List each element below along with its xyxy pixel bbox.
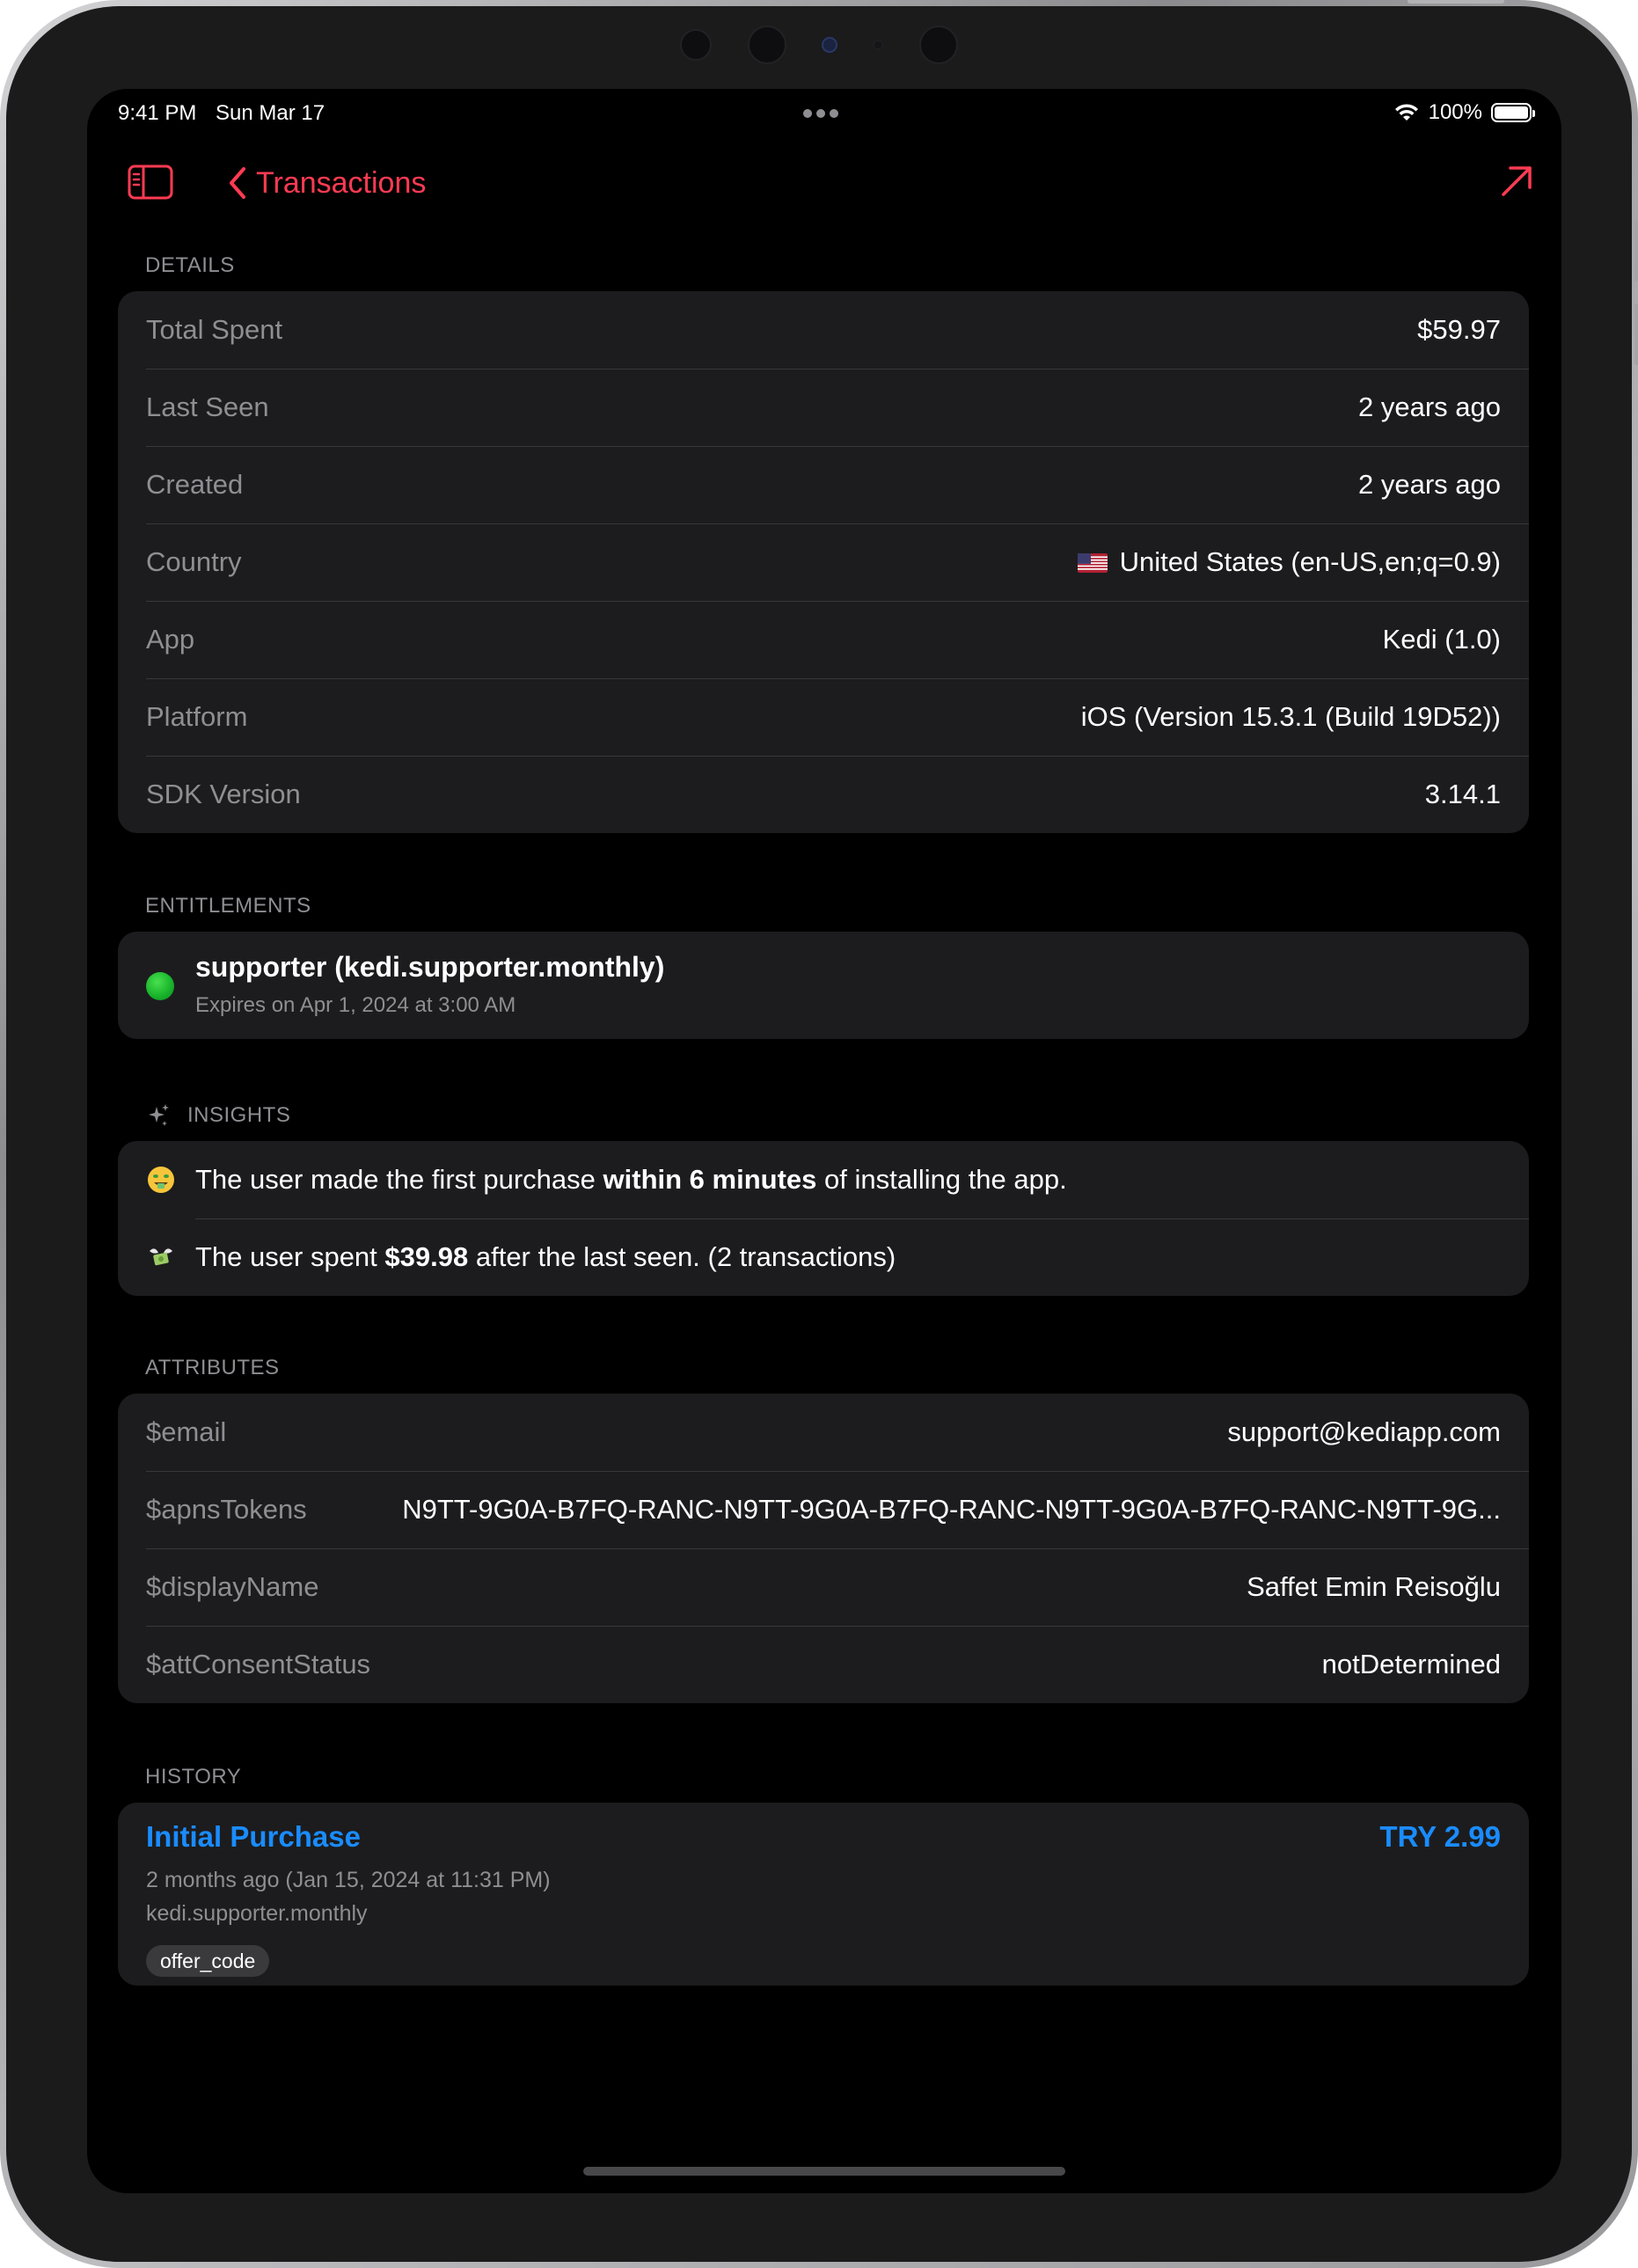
status-time: 9:41 PM [118,101,197,125]
entitlement-item[interactable]: supporter (kedi.supporter.monthly) Expir… [118,932,1529,1039]
battery-percent: 100% [1428,100,1482,124]
detail-label: SDK Version [146,779,301,809]
history-header: HISTORY [145,1765,242,1789]
entitlements-header: ENTITLEMENTS [145,894,311,918]
arrow-up-right-icon [1502,166,1532,196]
detail-row-platform: Platform iOS (Version 15.3.1 (Build 19D5… [118,678,1529,756]
detail-value: 2 years ago [1358,391,1501,422]
chevron-left-icon [230,167,245,199]
detail-label: Total Spent [146,314,283,345]
transaction-product: kedi.supporter.monthly [146,1901,368,1926]
history-item[interactable]: Initial Purchase TRY 2.99 2 months ago (… [118,1803,1529,1986]
sidebar-icon [128,165,173,200]
attribute-key: $apnsTokens [146,1494,307,1525]
sensor-icon [918,26,958,64]
status-bar: 9:41 PM Sun Mar 17 100% [87,89,1561,136]
attribute-key: $displayName [146,1571,319,1602]
insight-text-part: The user spent [195,1241,385,1272]
detail-value: Kedi (1.0) [1382,624,1501,655]
status-indicators: 100% [1393,99,1535,126]
offer-code-tag: offer_code [146,1945,270,1977]
attribute-row-apns-tokens[interactable]: $apnsTokens N9TT-9G0A-B7FQ-RANC-N9TT-9G0… [118,1471,1529,1548]
details-card: Total Spent $59.97 Last Seen 2 years ago… [118,291,1529,833]
insight-text-part: after the last seen. (2 transactions) [468,1241,896,1272]
insight-highlight: $39.98 [384,1241,469,1272]
camera-lens-icon [822,37,837,53]
insights-header-label: INSIGHTS [187,1103,291,1127]
sidebar-toggle-button[interactable] [128,165,173,200]
screen: 9:41 PM Sun Mar 17 100% Transactions DET… [87,89,1561,2193]
detail-row-sdk-version: SDK Version 3.14.1 [118,756,1529,833]
detail-value-country: United States (en-US,en;q=0.9) [1051,546,1501,578]
back-button-label: Transactions [256,165,427,200]
battery-icon [1491,103,1535,122]
insight-text-part: The user made the first purchase [195,1164,603,1195]
wifi-icon [1394,104,1418,121]
money-mouth-face-icon [148,1167,174,1193]
insight-text: The user spent $39.98 after the last see… [195,1241,896,1273]
attribute-value: Saffet Emin Reisoğlu [1247,1571,1501,1602]
detail-row-last-seen: Last Seen 2 years ago [118,369,1529,446]
attribute-key: $email [146,1416,227,1447]
transaction-type-link[interactable]: Initial Purchase [146,1820,361,1854]
sparkles-icon [149,1104,169,1126]
transaction-price: TRY 2.99 [1379,1820,1501,1853]
open-external-button[interactable] [1496,161,1537,201]
detail-row-country: Country United States (en-US,en;q=0.9) [118,523,1529,601]
detail-label: Created [146,469,244,500]
detail-value: iOS (Version 15.3.1 (Build 19D52)) [1080,701,1501,732]
ipad-frame: 9:41 PM Sun Mar 17 100% Transactions DET… [0,0,1638,2268]
multitasking-dots-icon[interactable] [803,106,847,119]
attribute-row-display-name[interactable]: $displayName Saffet Emin Reisoğlu [118,1548,1529,1626]
volume-down-button [1634,304,1638,365]
detail-value: 3.14.1 [1424,779,1501,809]
device-bezel: 9:41 PM Sun Mar 17 100% Transactions DET… [6,6,1632,2262]
insight-text-part: of installing the app. [816,1164,1067,1195]
status-date: Sun Mar 17 [216,101,325,125]
attribute-value: notDetermined [1321,1649,1501,1679]
attribute-row-email[interactable]: $email support@kediapp.com [118,1394,1529,1471]
country-text: United States (en-US,en;q=0.9) [1119,546,1501,577]
insight-text: The user made the first purchase within … [195,1164,1067,1196]
money-with-wings-icon [150,1248,172,1266]
insight-row: The user made the first purchase within … [118,1141,1529,1218]
attributes-card: $email support@kediapp.com $apnsTokens N… [118,1394,1529,1703]
active-status-icon [146,972,174,1000]
navigation-bar: Transactions [87,152,1561,214]
camera-bar [6,26,1632,71]
detail-row-created: Created 2 years ago [118,446,1529,523]
detail-label: App [146,624,195,655]
detail-row-app: App Kedi (1.0) [118,601,1529,678]
attribute-value: N9TT-9G0A-B7FQ-RANC-N9TT-9G0A-B7FQ-RANC-… [402,1494,1501,1525]
detail-label: Platform [146,701,248,732]
sensor-icon [680,29,713,61]
attribute-key: $attConsentStatus [146,1649,371,1679]
volume-up-button [1634,220,1638,282]
details-header: DETAILS [145,253,235,277]
top-button [1408,0,1504,4]
insight-row: The user spent $39.98 after the last see… [118,1218,1529,1296]
home-indicator[interactable] [583,2167,1065,2176]
detail-value: 2 years ago [1358,469,1501,500]
insight-highlight: within 6 minutes [603,1164,817,1195]
detail-row-total-spent: Total Spent $59.97 [118,291,1529,369]
attributes-header: ATTRIBUTES [145,1356,280,1379]
detail-label: Last Seen [146,391,269,422]
transaction-date: 2 months ago (Jan 15, 2024 at 11:31 PM) [146,1868,551,1892]
attribute-value: support@kediapp.com [1227,1416,1501,1447]
entitlement-title: supporter (kedi.supporter.monthly) [195,951,665,983]
back-button[interactable]: Transactions [228,163,426,203]
entitlement-expiry: Expires on Apr 1, 2024 at 3:00 AM [195,993,516,1017]
entitlements-card: supporter (kedi.supporter.monthly) Expir… [118,932,1529,1039]
detail-label: Country [146,546,242,577]
insights-header: INSIGHTS [147,1103,290,1128]
us-flag-icon [1077,553,1108,573]
sensor-icon [873,40,884,50]
sensor-icon [747,26,786,64]
detail-value: $59.97 [1417,314,1501,345]
insights-card: The user made the first purchase within … [118,1141,1529,1296]
attribute-row-att-consent[interactable]: $attConsentStatus notDetermined [118,1626,1529,1703]
